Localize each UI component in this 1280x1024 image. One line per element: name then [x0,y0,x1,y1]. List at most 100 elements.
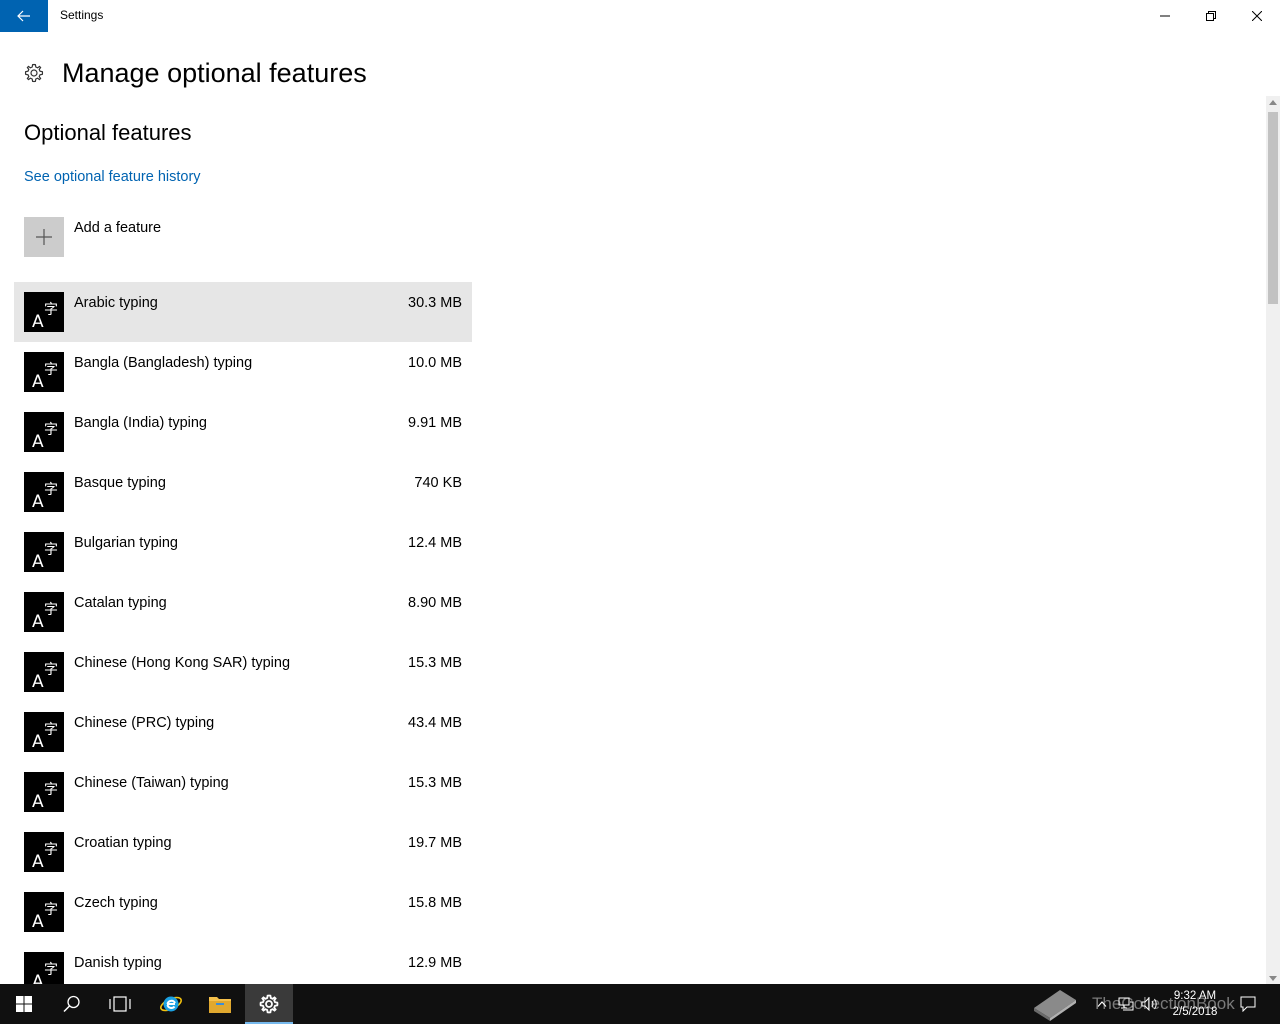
book-icon [1034,990,1076,1021]
language-typing-icon: A字 [24,652,64,692]
feature-item-croatian-typing[interactable]: A字 Croatian typing 19.7 MB [14,822,472,882]
notification-icon [1240,996,1256,1012]
volume-button[interactable] [1140,984,1160,1024]
feature-item-chinese-prc-typing[interactable]: A字 Chinese (PRC) typing 43.4 MB [14,702,472,762]
minimize-button[interactable] [1142,0,1188,32]
window-title: Settings [60,8,104,22]
svg-text:A: A [32,732,44,752]
svg-text:A: A [32,852,44,872]
feature-item-bangla-bangladesh-typing[interactable]: A字 Bangla (Bangladesh) typing 10.0 MB [14,342,472,402]
file-explorer-button[interactable] [196,984,244,1024]
add-feature-button[interactable]: Add a feature [24,217,161,257]
restore-button[interactable] [1188,0,1234,32]
svg-text:字: 字 [44,722,58,738]
feature-list: A字 Arabic typing 30.3 MB A字 Bangla (Bang… [14,282,472,984]
page-title: Manage optional features [62,57,367,88]
svg-text:A: A [32,432,44,452]
feature-item-chinese-taiwan-typing[interactable]: A字 Chinese (Taiwan) typing 15.3 MB [14,762,472,822]
feature-size: 740 KB [414,475,462,491]
svg-text:字: 字 [44,842,58,858]
language-typing-icon: A字 [24,952,64,984]
section-title: Optional features [24,120,192,145]
language-typing-icon: A字 [24,412,64,452]
chevron-up-icon [1097,1001,1107,1007]
language-typing-icon: A字 [24,532,64,572]
feature-size: 8.90 MB [408,595,462,611]
minimize-icon [1160,15,1170,17]
feature-name: Bangla (India) typing [74,415,207,431]
close-button[interactable] [1234,0,1280,32]
restore-icon [1206,11,1216,21]
feature-item-bulgarian-typing[interactable]: A字 Bulgarian typing 12.4 MB [14,522,472,582]
feature-name: Chinese (Hong Kong SAR) typing [74,655,291,671]
feature-name: Bangla (Bangladesh) typing [74,355,253,371]
svg-text:字: 字 [44,902,58,918]
speaker-icon [1141,997,1157,1011]
start-button[interactable] [0,984,48,1024]
clock[interactable]: 9:32 AM 2/5/2018 [1160,988,1230,1020]
feature-size: 43.4 MB [408,715,462,731]
language-typing-icon: A字 [24,472,64,512]
network-icon [1118,997,1134,1011]
task-view-button[interactable] [96,984,144,1024]
feature-size: 15.3 MB [408,775,462,791]
language-typing-icon: A字 [24,292,64,332]
svg-text:字: 字 [44,602,58,618]
feature-name: Catalan typing [74,595,167,611]
network-button[interactable] [1116,984,1136,1024]
feature-name: Chinese (Taiwan) typing [74,775,229,791]
feature-name: Bulgarian typing [74,535,178,551]
feature-name: Arabic typing [74,295,158,311]
plus-icon [36,229,52,245]
chevron-down-icon [1269,975,1277,981]
clock-date: 2/5/2018 [1172,1006,1218,1018]
settings-taskbar-button[interactable] [245,984,293,1024]
svg-text:字: 字 [44,482,58,498]
feature-size: 12.9 MB [408,955,462,971]
feature-name: Chinese (PRC) typing [74,715,215,731]
language-typing-icon: A字 [24,832,64,872]
feature-history-link[interactable]: See optional feature history [24,169,201,185]
scroll-thumb[interactable] [1268,112,1278,304]
title-bar: Settings [0,0,1280,32]
feature-item-czech-typing[interactable]: A字 Czech typing 15.8 MB [14,882,472,942]
svg-text:字: 字 [44,422,58,438]
back-arrow-icon [17,10,30,22]
feature-size: 15.8 MB [408,895,462,911]
language-typing-icon: A字 [24,892,64,932]
svg-text:A: A [32,612,44,632]
feature-size: 30.3 MB [408,295,462,311]
vertical-scrollbar[interactable] [1266,96,1280,984]
feature-item-basque-typing[interactable]: A字 Basque typing 740 KB [14,462,472,522]
language-typing-icon: A字 [24,352,64,392]
svg-text:A: A [32,672,44,692]
feature-size: 15.3 MB [408,655,462,671]
feature-item-bangla-india-typing[interactable]: A字 Bangla (India) typing 9.91 MB [14,402,472,462]
feature-name: Basque typing [74,475,166,491]
feature-item-danish-typing[interactable]: A字 Danish typing 12.9 MB [14,942,472,984]
add-feature-label: Add a feature [74,220,162,236]
show-hidden-icons-button[interactable] [1094,984,1110,1024]
feature-item-chinese-hong-kong-typing[interactable]: A字 Chinese (Hong Kong SAR) typing 15.3 M… [14,642,472,702]
svg-text:字: 字 [44,302,58,318]
internet-explorer-button[interactable] [147,984,195,1024]
svg-text:A: A [32,912,44,932]
clock-time: 9:32 AM [1173,990,1217,1002]
feature-item-arabic-typing[interactable]: A字 Arabic typing 30.3 MB [14,282,472,342]
task-view-icon [109,996,131,1012]
svg-text:字: 字 [44,542,58,558]
action-center-button[interactable] [1234,984,1262,1024]
feature-name: Croatian typing [74,835,172,851]
feature-item-catalan-typing[interactable]: A字 Catalan typing 8.90 MB [14,582,472,642]
svg-text:A: A [32,972,44,984]
close-icon [1252,11,1262,21]
language-typing-icon: A字 [24,712,64,752]
scroll-down-button[interactable] [1266,972,1280,984]
feature-size: 9.91 MB [408,415,462,431]
svg-text:字: 字 [44,362,58,378]
back-button[interactable] [0,0,48,32]
feature-name: Danish typing [74,955,162,971]
scroll-up-button[interactable] [1266,96,1280,108]
folder-icon [209,997,231,1013]
search-button[interactable] [48,984,96,1024]
